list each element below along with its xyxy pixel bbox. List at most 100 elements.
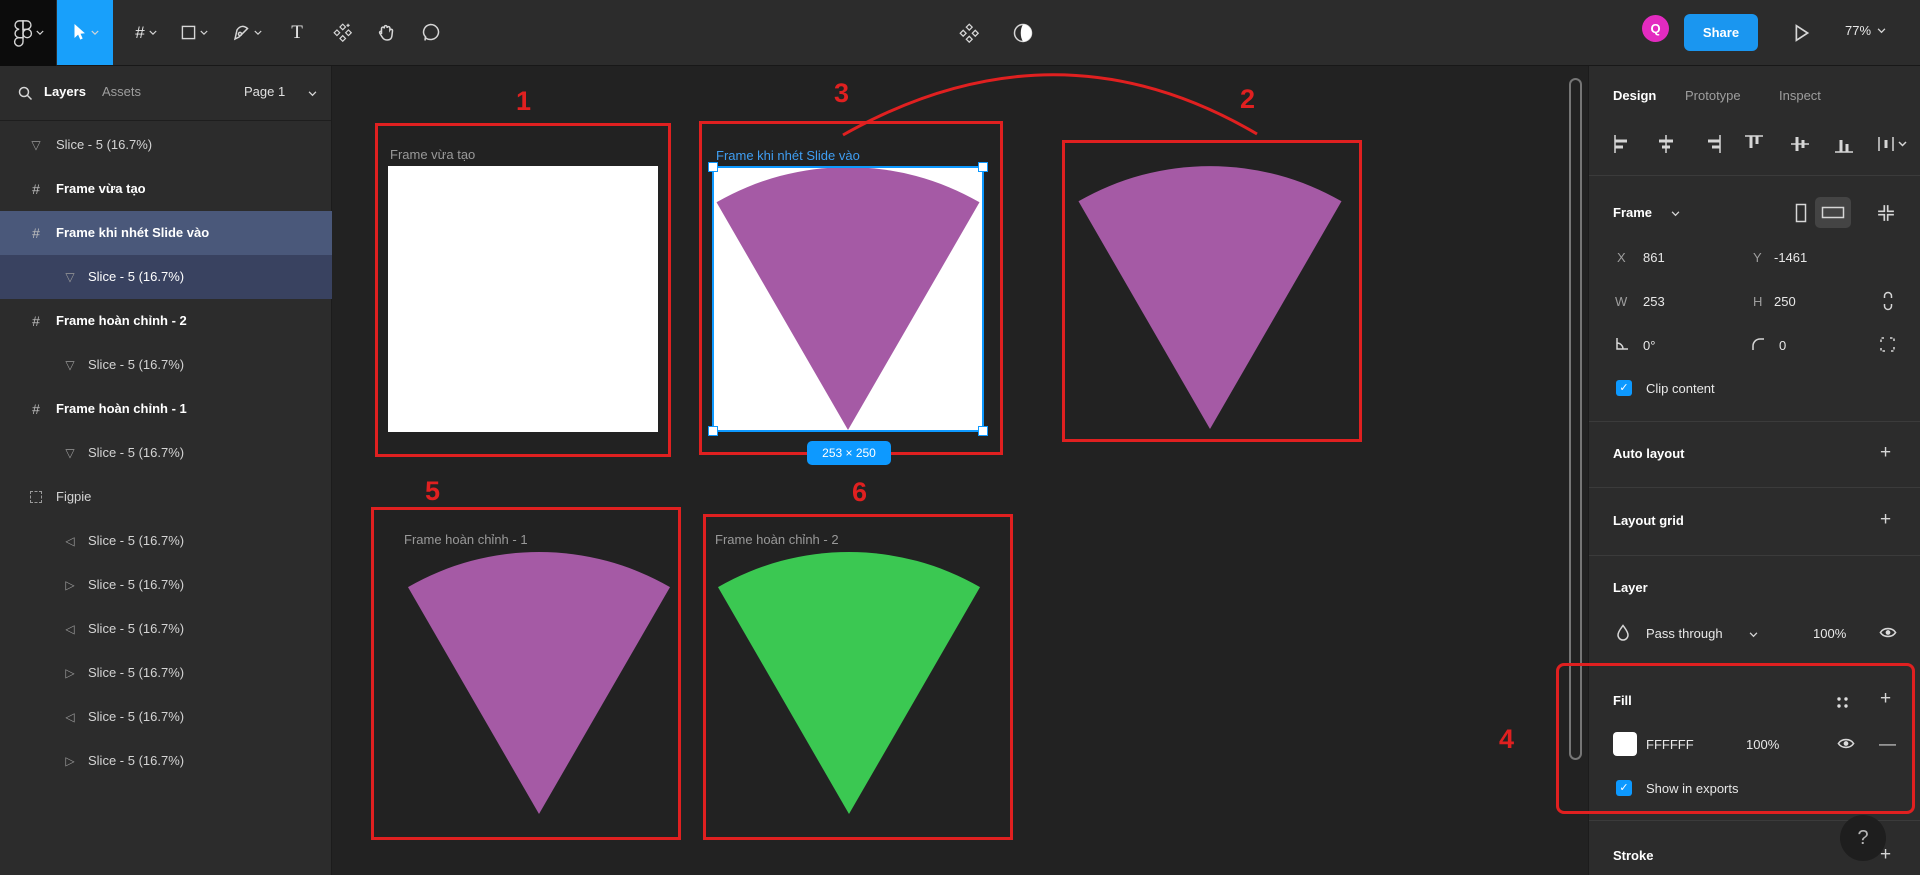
slice-left-icon: ◁ (60, 519, 80, 563)
annotation-rect-4 (1556, 663, 1915, 814)
tab-prototype[interactable]: Prototype (1685, 88, 1741, 103)
corner-radius-field[interactable]: 0 (1779, 338, 1786, 353)
text-tool[interactable]: T (278, 0, 316, 65)
tab-design[interactable]: Design (1613, 88, 1656, 103)
tab-assets[interactable]: Assets (102, 84, 141, 99)
eye-icon[interactable] (1879, 626, 1897, 639)
annotation-rect-2 (1062, 140, 1362, 442)
layer-name: Slice - 5 (16.7%) (88, 519, 184, 563)
slice-down-icon: ▽ (26, 123, 46, 167)
canvas-scrollbar[interactable] (1569, 78, 1582, 760)
chevron-down-icon (1749, 632, 1758, 638)
layer-row[interactable]: ◁Slice - 5 (16.7%) (0, 519, 332, 563)
h-field-label: H (1753, 294, 1762, 309)
quick-actions-button[interactable] (948, 0, 990, 65)
help-button[interactable]: ? (1840, 815, 1886, 861)
layer-row[interactable]: #Frame hoàn chỉnh - 2 (0, 299, 332, 343)
add-auto-layout-button[interactable]: + (1880, 442, 1891, 464)
layer-name: Slice - 5 (16.7%) (88, 255, 184, 299)
search-icon[interactable] (18, 86, 33, 101)
layer-row[interactable]: ▽Slice - 5 (16.7%) (0, 123, 332, 167)
layer-row[interactable]: ▽Slice - 5 (16.7%) (0, 431, 332, 475)
cursor-icon (72, 24, 87, 41)
constrain-proportions-icon[interactable] (1881, 290, 1895, 312)
divider (1589, 175, 1920, 176)
divider (1589, 421, 1920, 422)
layer-row[interactable]: ◁Slice - 5 (16.7%) (0, 607, 332, 651)
layer-row[interactable]: #Frame khi nhét Slide vào (0, 211, 332, 255)
rotation-icon (1615, 336, 1630, 351)
align-bottom-icon[interactable] (1835, 134, 1853, 154)
y-field[interactable]: -1461 (1774, 250, 1807, 265)
layer-opacity-field[interactable]: 100% (1813, 626, 1846, 641)
blend-mode-icon[interactable] (1616, 624, 1630, 642)
independent-corners-icon[interactable] (1879, 336, 1896, 353)
align-left-icon[interactable] (1613, 135, 1633, 153)
tab-inspect[interactable]: Inspect (1779, 88, 1821, 103)
x-field-label: X (1617, 250, 1626, 265)
clip-content-checkbox[interactable]: ✓ (1616, 380, 1632, 396)
layer-name: Slice - 5 (16.7%) (88, 695, 184, 739)
blend-mode-dropdown[interactable]: Pass through (1646, 626, 1723, 641)
present-button[interactable] (1782, 0, 1822, 65)
comment-tool[interactable] (410, 0, 450, 65)
align-right-icon[interactable] (1702, 135, 1722, 153)
layer-row[interactable]: #Frame vừa tạo (0, 167, 332, 211)
frame-icon: # (26, 387, 46, 431)
page-selector[interactable]: Page 1 (244, 84, 285, 99)
frame-tool[interactable]: # (124, 0, 168, 65)
frame-icon: # (135, 23, 144, 43)
layer-row[interactable]: ▷Slice - 5 (16.7%) (0, 651, 332, 695)
avatar[interactable]: Q (1642, 15, 1669, 42)
align-top-icon[interactable] (1745, 134, 1763, 154)
contrast-toggle-button[interactable] (1002, 0, 1044, 65)
rectangle-tool[interactable] (172, 0, 216, 65)
layer-row[interactable]: ▽Slice - 5 (16.7%) (0, 255, 332, 299)
share-button[interactable]: Share (1684, 14, 1758, 51)
rotation-field[interactable]: 0° (1643, 338, 1655, 353)
h-field[interactable]: 250 (1774, 294, 1796, 309)
layer-row[interactable]: ▷Slice - 5 (16.7%) (0, 739, 332, 783)
pen-tool[interactable] (224, 0, 270, 65)
layer-row[interactable]: Figpie (0, 475, 332, 519)
contrast-icon (1013, 23, 1033, 43)
component-tool[interactable] (322, 0, 362, 65)
slice-right-icon: ▷ (60, 563, 80, 607)
divider (1589, 555, 1920, 556)
layer-name: Slice - 5 (16.7%) (88, 563, 184, 607)
align-horizontal-center-icon[interactable] (1656, 135, 1676, 153)
frame-icon: # (26, 299, 46, 343)
layer-row[interactable]: ▷Slice - 5 (16.7%) (0, 563, 332, 607)
zoom-menu[interactable]: 77% (1845, 23, 1886, 38)
tab-layers[interactable]: Layers (44, 84, 86, 99)
move-tool[interactable] (57, 0, 113, 65)
layer-row[interactable]: ▽Slice - 5 (16.7%) (0, 343, 332, 387)
main-menu-button[interactable] (0, 0, 56, 66)
annotation-number-1: 1 (516, 86, 531, 117)
selection-type-dropdown[interactable]: Frame (1613, 205, 1652, 220)
slice-down-icon: ▽ (60, 431, 80, 475)
portrait-orientation-icon[interactable] (1795, 203, 1807, 223)
layer-row[interactable]: ◁Slice - 5 (16.7%) (0, 695, 332, 739)
x-field[interactable]: 861 (1643, 250, 1665, 265)
layer-name: Frame hoàn chỉnh - 2 (56, 299, 187, 343)
layer-row[interactable]: #Frame hoàn chỉnh - 1 (0, 387, 332, 431)
selection-handle-sw[interactable] (708, 426, 718, 436)
hand-tool[interactable] (366, 0, 406, 65)
selection-handle-nw[interactable] (708, 162, 718, 172)
annotation-rect-1 (375, 123, 671, 457)
w-field[interactable]: 253 (1643, 294, 1665, 309)
align-vertical-center-icon[interactable] (1791, 134, 1809, 154)
layer-name: Slice - 5 (16.7%) (88, 431, 184, 475)
y-field-label: Y (1753, 250, 1762, 265)
layout-grid-header: Layout grid (1613, 513, 1684, 528)
w-field-label: W (1615, 294, 1627, 309)
shrink-to-fit-icon[interactable] (1877, 204, 1895, 222)
figpie-icon (26, 475, 46, 521)
selection-handle-ne[interactable] (978, 162, 988, 172)
layers-panel: Layers Assets Page 1 ▽Slice - 5 (16.7%)#… (0, 66, 332, 875)
distribute-menu-icon[interactable] (1877, 135, 1907, 153)
selection-handle-se[interactable] (978, 426, 988, 436)
add-layout-grid-button[interactable]: + (1880, 509, 1891, 531)
layer-name: Slice - 5 (16.7%) (88, 343, 184, 387)
